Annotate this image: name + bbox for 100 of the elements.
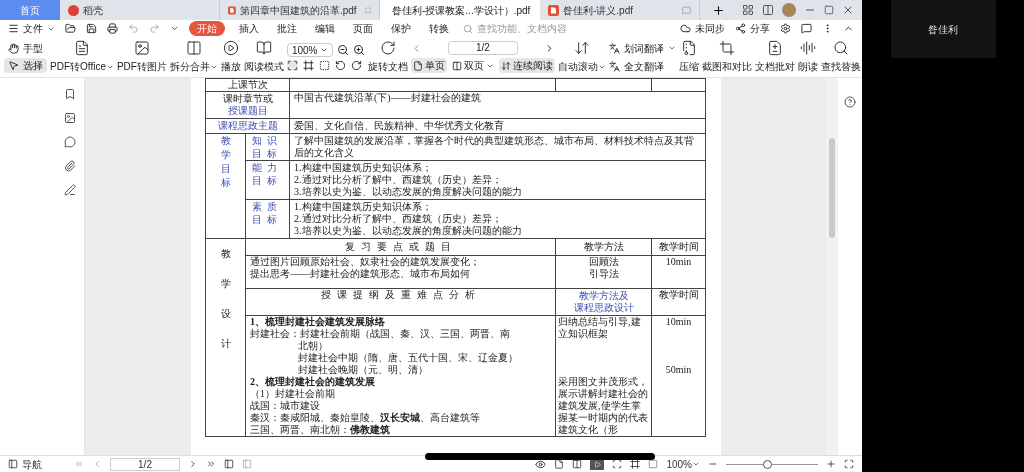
translate-button[interactable]: 划词翻译 <box>608 40 676 56</box>
next-page-icon[interactable] <box>188 459 198 469</box>
goal-label: 素质目标 <box>250 200 283 226</box>
translate-button[interactable]: 全文翻译 <box>608 58 676 74</box>
document-tab[interactable]: 昝佳利-授课教案...学设计）.pdf <box>380 0 540 20</box>
comment-icon[interactable] <box>64 136 76 148</box>
view-mode-button[interactable]: 双页 <box>449 58 496 73</box>
panel-icon[interactable] <box>224 459 234 469</box>
method-text: 采用图文并茂形式，展示讲解封建社会的建筑发展,使学生掌握某一时期内的代表建筑文化（形 <box>558 376 649 436</box>
table-text: 通过图片回顾原始社会、奴隶社会的建筑发展变化； <box>250 256 481 268</box>
outline-text: （1）封建社会前期 <box>250 388 336 400</box>
pdf-to-image-button[interactable]: PDF转图片 <box>116 38 167 76</box>
outline-heading: 2、梳理封建社会的建筑发展 <box>250 376 376 388</box>
attachment-icon[interactable] <box>64 160 76 172</box>
play-icon[interactable] <box>590 458 605 470</box>
auto-scroll-button[interactable]: 自动滚动 <box>557 38 606 76</box>
zoom-slider[interactable] <box>726 459 818 469</box>
last-page-icon[interactable] <box>206 459 216 469</box>
search-field[interactable]: 查找功能、文档内容 <box>463 21 587 36</box>
zoom-value[interactable]: 100% <box>666 456 700 472</box>
goal-label: 知识目标 <box>250 134 283 160</box>
reading-mode-button[interactable]: 阅读模式 <box>243 38 284 76</box>
file-menu[interactable]: 文件 <box>8 21 55 36</box>
outline-text: 三国、两晋、南北朝：佛教建筑 <box>250 424 391 436</box>
bookmark-icon[interactable] <box>64 88 76 100</box>
crop-icon[interactable] <box>630 459 641 469</box>
compress-button[interactable]: 压缩 <box>678 38 699 76</box>
menu-tab[interactable]: 转换 <box>425 21 453 36</box>
tab-label: 稻壳 <box>83 3 103 18</box>
screenshot-compare-button[interactable]: 截图和对比 <box>701 38 752 76</box>
avatar[interactable] <box>782 3 796 17</box>
document-compare-button[interactable]: 文档批对 <box>754 38 795 76</box>
menu-tab[interactable]: 页面 <box>349 21 377 36</box>
page-number-field[interactable]: 1/2 <box>110 457 180 471</box>
print-icon[interactable] <box>107 23 118 34</box>
menu-tab[interactable]: 批注 <box>273 21 301 36</box>
settings-icon[interactable] <box>780 23 791 34</box>
crop-icon[interactable] <box>302 60 314 71</box>
zoom-select[interactable]: 100% <box>286 43 333 57</box>
view-mode-button[interactable]: 单页 <box>410 58 447 73</box>
folder-icon[interactable] <box>65 23 76 34</box>
navigation-button[interactable]: 导航 <box>8 456 42 472</box>
table-cell: 教学时间 <box>651 288 706 316</box>
single-page-icon[interactable] <box>554 459 565 469</box>
table-cell: 10min <box>651 255 706 289</box>
maximize-icon[interactable] <box>824 5 834 15</box>
double-page-icon[interactable] <box>572 459 583 469</box>
goal-label: 能力目标 <box>250 161 283 187</box>
table-text: 1.构建中国建筑历史知识体系； <box>294 201 433 213</box>
eye-icon[interactable] <box>535 458 547 470</box>
menu-tab[interactable]: 保护 <box>387 21 415 36</box>
rotate-left-icon[interactable] <box>334 60 346 71</box>
signature-icon[interactable] <box>64 184 76 196</box>
grid-icon[interactable] <box>742 4 754 16</box>
slider-thumb[interactable] <box>763 459 773 469</box>
menu-tab[interactable]: 开始 <box>189 21 225 36</box>
table-cell: 教学方法 <box>555 238 652 256</box>
find-replace-button[interactable]: 查找替换 <box>820 38 861 76</box>
page-number-field[interactable]: 1/2 <box>447 41 518 55</box>
pdf-file-icon <box>228 4 236 16</box>
search-icon <box>463 23 473 34</box>
pdf-to-office-button[interactable]: PDF转Office <box>50 38 114 76</box>
save-icon[interactable] <box>86 23 97 34</box>
new-tab-icon[interactable] <box>712 3 725 17</box>
document-compare-icon <box>766 40 783 56</box>
split-merge-button[interactable]: 拆分合并 <box>169 38 218 76</box>
table-text: 授课题目 <box>226 105 269 117</box>
menu-tab[interactable]: 编辑 <box>311 21 339 36</box>
fit-page-icon[interactable] <box>286 60 298 71</box>
pointer-tool[interactable]: 手型 <box>4 41 47 56</box>
zoom-out-icon[interactable] <box>336 44 349 56</box>
frame-icon[interactable] <box>648 459 659 469</box>
pointer-tool[interactable]: 选择 <box>4 58 47 73</box>
rotate-document-button[interactable]: 旋转文档 <box>367 38 408 76</box>
find-replace-icon <box>832 40 849 56</box>
auto-scroll-icon <box>573 40 590 56</box>
close-icon[interactable] <box>842 4 854 16</box>
sync-button[interactable]: 未同步 <box>680 21 725 36</box>
image-icon[interactable] <box>64 112 76 124</box>
layout-icon[interactable] <box>762 4 774 16</box>
read-aloud-button[interactable]: 朗读 <box>797 38 818 76</box>
table-text: 1.构建中国建筑历史知识体系； <box>294 162 433 174</box>
help-icon[interactable] <box>844 96 856 108</box>
fit-page-icon[interactable] <box>612 459 623 469</box>
zoom-in-icon[interactable] <box>352 44 365 56</box>
table-text: 2.通过对比分析了解中、西建筑（历史）差异； <box>294 213 503 225</box>
frame-icon[interactable] <box>318 60 330 71</box>
tab-label: 昝佳利-授课教案...学设计）.pdf <box>392 3 531 18</box>
continuous-reading-button[interactable]: 连续阅读 <box>498 58 555 73</box>
share-button[interactable]: 分享 <box>735 21 770 36</box>
scrollbar[interactable] <box>826 78 838 455</box>
pdf-to-office-icon <box>73 40 90 56</box>
fullscreen-icon[interactable] <box>844 459 854 469</box>
table-text: 3.培养以史为鉴、以动态发展的角度解决问题的能力 <box>294 186 523 198</box>
menu-tab[interactable]: 插入 <box>235 21 263 36</box>
table-text: 教学方法及 <box>577 290 630 302</box>
caret-icon[interactable] <box>170 24 179 33</box>
rotate-right-icon[interactable] <box>350 60 362 71</box>
play-button[interactable]: 播放 <box>220 38 241 76</box>
table-text: 2.通过对比分析了解中、西建筑（历史）差异； <box>294 174 503 186</box>
